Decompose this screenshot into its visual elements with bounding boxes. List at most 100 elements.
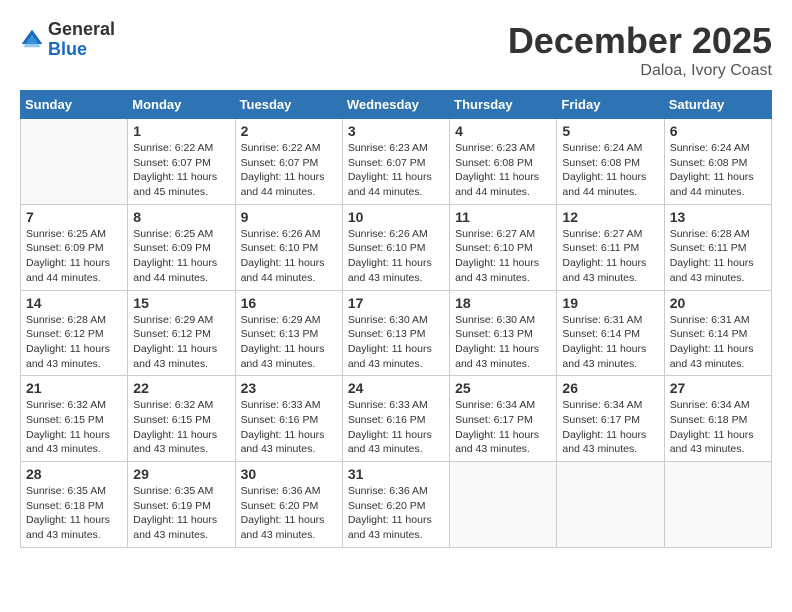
calendar-week-row: 28 Sunrise: 6:35 AM Sunset: 6:18 PM Dayli…: [21, 462, 772, 548]
day-info: Sunrise: 6:29 AM Sunset: 6:12 PM Dayligh…: [133, 313, 229, 372]
calendar-header-tuesday: Tuesday: [235, 91, 342, 119]
calendar-cell: 31Sunrise: 6:36 AM Sunset: 6:20 PM Dayli…: [342, 462, 449, 548]
day-number: 15: [133, 295, 229, 311]
day-info: Sunrise: 6:33 AM Sunset: 6:16 PM Dayligh…: [348, 398, 444, 457]
calendar-header-monday: Monday: [128, 91, 235, 119]
calendar-cell: 3 Sunrise: 6:23 AM Sunset: 6:07 PM Daylig…: [342, 119, 449, 205]
calendar-cell: 18 Sunrise: 6:30 AM Sunset: 6:13 PM Dayli…: [450, 290, 557, 376]
day-number: 3: [348, 123, 444, 139]
calendar-header-saturday: Saturday: [664, 91, 771, 119]
logo-icon: [20, 28, 44, 52]
calendar-cell: 7 Sunrise: 6:25 AM Sunset: 6:09 PM Daylig…: [21, 204, 128, 290]
day-info: Sunrise: 6:27 AM Sunset: 6:10 PM Dayligh…: [455, 227, 551, 286]
day-number: 29: [133, 466, 229, 482]
day-number: 20: [670, 295, 766, 311]
calendar-cell: [450, 462, 557, 548]
day-number: 22: [133, 380, 229, 396]
day-info: Sunrise: 6:32 AM Sunset: 6:15 PM Dayligh…: [133, 398, 229, 457]
calendar-cell: 14 Sunrise: 6:28 AM Sunset: 6:12 PM Dayli…: [21, 290, 128, 376]
calendar-cell: 25Sunrise: 6:34 AM Sunset: 6:17 PM Dayli…: [450, 376, 557, 462]
day-number: 21: [26, 380, 122, 396]
calendar-cell: 23 Sunrise: 6:33 AM Sunset: 6:16 PM Dayli…: [235, 376, 342, 462]
day-number: 12: [562, 209, 658, 225]
day-info: Sunrise: 6:31 AM Sunset: 6:14 PM Dayligh…: [670, 313, 766, 372]
calendar-cell: 19Sunrise: 6:31 AM Sunset: 6:14 PM Dayli…: [557, 290, 664, 376]
day-info: Sunrise: 6:30 AM Sunset: 6:13 PM Dayligh…: [348, 313, 444, 372]
day-number: 2: [241, 123, 337, 139]
day-number: 14: [26, 295, 122, 311]
calendar-cell: 16 Sunrise: 6:29 AM Sunset: 6:13 PM Dayli…: [235, 290, 342, 376]
logo-general-text: General: [48, 19, 115, 39]
day-info: Sunrise: 6:35 AM Sunset: 6:18 PM Dayligh…: [26, 484, 122, 543]
day-number: 27: [670, 380, 766, 396]
day-number: 10: [348, 209, 444, 225]
day-info: Sunrise: 6:34 AM Sunset: 6:17 PM Dayligh…: [562, 398, 658, 457]
calendar-cell: 11 Sunrise: 6:27 AM Sunset: 6:10 PM Dayli…: [450, 204, 557, 290]
day-info: Sunrise: 6:26 AM Sunset: 6:10 PM Dayligh…: [348, 227, 444, 286]
calendar-cell: 15 Sunrise: 6:29 AM Sunset: 6:12 PM Dayli…: [128, 290, 235, 376]
title-section: December 2025 Daloa, Ivory Coast: [508, 20, 772, 80]
day-info: Sunrise: 6:24 AM Sunset: 6:08 PM Dayligh…: [670, 141, 766, 200]
day-info: Sunrise: 6:35 AM Sunset: 6:19 PM Dayligh…: [133, 484, 229, 543]
calendar-week-row: 14 Sunrise: 6:28 AM Sunset: 6:12 PM Dayli…: [21, 290, 772, 376]
day-number: 6: [670, 123, 766, 139]
day-info: Sunrise: 6:30 AM Sunset: 6:13 PM Dayligh…: [455, 313, 551, 372]
calendar-cell: 9 Sunrise: 6:26 AM Sunset: 6:10 PM Daylig…: [235, 204, 342, 290]
calendar-cell: 24 Sunrise: 6:33 AM Sunset: 6:16 PM Dayli…: [342, 376, 449, 462]
day-info: Sunrise: 6:34 AM Sunset: 6:18 PM Dayligh…: [670, 398, 766, 457]
day-number: 25: [455, 380, 551, 396]
day-number: 7: [26, 209, 122, 225]
calendar-cell: 26 Sunrise: 6:34 AM Sunset: 6:17 PM Dayli…: [557, 376, 664, 462]
day-number: 11: [455, 209, 551, 225]
day-info: Sunrise: 6:32 AM Sunset: 6:15 PM Dayligh…: [26, 398, 122, 457]
day-number: 4: [455, 123, 551, 139]
day-number: 24: [348, 380, 444, 396]
calendar-cell: 6 Sunrise: 6:24 AM Sunset: 6:08 PM Daylig…: [664, 119, 771, 205]
calendar-cell: 20 Sunrise: 6:31 AM Sunset: 6:14 PM Dayli…: [664, 290, 771, 376]
day-number: 23: [241, 380, 337, 396]
day-number: 18: [455, 295, 551, 311]
day-info: Sunrise: 6:29 AM Sunset: 6:13 PM Dayligh…: [241, 313, 337, 372]
location: Daloa, Ivory Coast: [508, 62, 772, 80]
day-number: 9: [241, 209, 337, 225]
calendar-week-row: 1 Sunrise: 6:22 AM Sunset: 6:07 PM Daylig…: [21, 119, 772, 205]
day-info: Sunrise: 6:33 AM Sunset: 6:16 PM Dayligh…: [241, 398, 337, 457]
day-info: Sunrise: 6:23 AM Sunset: 6:08 PM Dayligh…: [455, 141, 551, 200]
calendar-cell: 13Sunrise: 6:28 AM Sunset: 6:11 PM Dayli…: [664, 204, 771, 290]
calendar-cell: 29 Sunrise: 6:35 AM Sunset: 6:19 PM Dayli…: [128, 462, 235, 548]
day-info: Sunrise: 6:36 AM Sunset: 6:20 PM Dayligh…: [348, 484, 444, 543]
calendar-cell: [557, 462, 664, 548]
calendar-cell: 30 Sunrise: 6:36 AM Sunset: 6:20 PM Dayli…: [235, 462, 342, 548]
calendar-cell: 4 Sunrise: 6:23 AM Sunset: 6:08 PM Daylig…: [450, 119, 557, 205]
calendar-cell: 22 Sunrise: 6:32 AM Sunset: 6:15 PM Dayli…: [128, 376, 235, 462]
calendar-cell: 28 Sunrise: 6:35 AM Sunset: 6:18 PM Dayli…: [21, 462, 128, 548]
day-number: 5: [562, 123, 658, 139]
day-info: Sunrise: 6:23 AM Sunset: 6:07 PM Dayligh…: [348, 141, 444, 200]
calendar-cell: 2Sunrise: 6:22 AM Sunset: 6:07 PM Daylig…: [235, 119, 342, 205]
day-number: 30: [241, 466, 337, 482]
day-info: Sunrise: 6:28 AM Sunset: 6:12 PM Dayligh…: [26, 313, 122, 372]
calendar-cell: 1 Sunrise: 6:22 AM Sunset: 6:07 PM Daylig…: [128, 119, 235, 205]
day-number: 8: [133, 209, 229, 225]
day-info: Sunrise: 6:28 AM Sunset: 6:11 PM Dayligh…: [670, 227, 766, 286]
day-number: 26: [562, 380, 658, 396]
calendar-cell: 17 Sunrise: 6:30 AM Sunset: 6:13 PM Dayli…: [342, 290, 449, 376]
calendar-cell: 12 Sunrise: 6:27 AM Sunset: 6:11 PM Dayli…: [557, 204, 664, 290]
day-info: Sunrise: 6:22 AM Sunset: 6:07 PM Dayligh…: [133, 141, 229, 200]
logo-blue-text: Blue: [48, 39, 87, 59]
calendar-header-row: SundayMondayTuesdayWednesdayThursdayFrid…: [21, 91, 772, 119]
day-info: Sunrise: 6:31 AM Sunset: 6:14 PM Dayligh…: [562, 313, 658, 372]
day-info: Sunrise: 6:25 AM Sunset: 6:09 PM Dayligh…: [133, 227, 229, 286]
day-info: Sunrise: 6:25 AM Sunset: 6:09 PM Dayligh…: [26, 227, 122, 286]
day-number: 16: [241, 295, 337, 311]
day-info: Sunrise: 6:26 AM Sunset: 6:10 PM Dayligh…: [241, 227, 337, 286]
day-info: Sunrise: 6:36 AM Sunset: 6:20 PM Dayligh…: [241, 484, 337, 543]
month-title: December 2025: [508, 20, 772, 62]
calendar-cell: [21, 119, 128, 205]
day-number: 1: [133, 123, 229, 139]
day-info: Sunrise: 6:27 AM Sunset: 6:11 PM Dayligh…: [562, 227, 658, 286]
day-number: 28: [26, 466, 122, 482]
calendar-cell: 10 Sunrise: 6:26 AM Sunset: 6:10 PM Dayli…: [342, 204, 449, 290]
day-number: 17: [348, 295, 444, 311]
page-header: General Blue December 2025 Daloa, Ivory …: [20, 20, 772, 80]
